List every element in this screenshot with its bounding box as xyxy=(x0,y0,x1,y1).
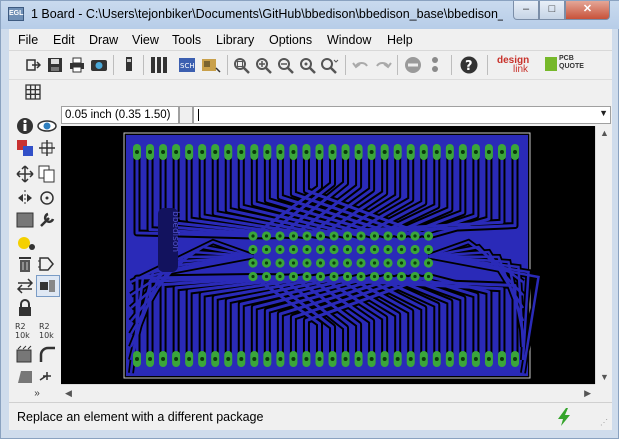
pcb-quote-logo[interactable]: PCB QUOTE xyxy=(545,55,585,75)
stop-icon[interactable] xyxy=(403,55,423,75)
svg-text:SCH: SCH xyxy=(180,62,195,70)
change-wrench-icon[interactable] xyxy=(37,210,57,230)
move-icon[interactable] xyxy=(15,164,35,184)
mirror-icon[interactable] xyxy=(15,188,35,208)
go-icon[interactable] xyxy=(425,55,445,75)
group-icon[interactable] xyxy=(15,210,35,230)
zoom-redraw-icon[interactable] xyxy=(297,55,317,75)
eagle-window: EGL 1 Board - C:\Users\tejonbiker\Docume… xyxy=(0,0,619,439)
display-layers-icon[interactable] xyxy=(15,138,35,158)
horizontal-scrollbar[interactable]: ◀ ▶ xyxy=(61,384,595,402)
design-link-text-2: link xyxy=(513,64,529,75)
mark-icon[interactable] xyxy=(37,138,57,158)
title-bar[interactable]: EGL 1 Board - C:\Users\tejonbiker\Docume… xyxy=(1,1,619,29)
parameter-toolbar xyxy=(9,79,612,104)
smash-icon[interactable] xyxy=(15,344,35,364)
show-eye-icon[interactable] xyxy=(37,116,57,136)
svg-text:?: ? xyxy=(465,59,473,74)
resize-grip-icon[interactable]: ⋰ xyxy=(600,418,610,428)
chevron-down-icon[interactable]: ▼ xyxy=(599,108,608,118)
more-tools-icon[interactable]: » xyxy=(27,386,47,400)
pinswap-icon[interactable] xyxy=(15,276,35,296)
value-icon[interactable]: R2 10k xyxy=(37,320,59,340)
maximize-button[interactable]: □ xyxy=(539,1,565,20)
scroll-left-icon[interactable]: ◀ xyxy=(65,388,72,399)
rotate-icon[interactable] xyxy=(37,188,57,208)
menu-view[interactable]: View xyxy=(132,33,159,47)
zoom-in-icon[interactable] xyxy=(253,55,273,75)
library-icon[interactable] xyxy=(149,55,169,75)
paste-dot-icon xyxy=(27,242,37,252)
undo-icon[interactable] xyxy=(351,55,371,75)
pcb-layout: bbedison xyxy=(61,126,595,384)
delete-icon[interactable] xyxy=(15,254,35,274)
copy-icon[interactable] xyxy=(37,164,57,184)
menu-tools[interactable]: Tools xyxy=(172,33,201,47)
menu-window[interactable]: Window xyxy=(327,33,371,47)
lock-icon[interactable] xyxy=(15,298,35,318)
menu-library[interactable]: Library xyxy=(216,33,254,47)
scroll-down-icon[interactable]: ▼ xyxy=(600,372,609,382)
silk-label: bbedison xyxy=(158,208,180,272)
window-title: 1 Board - C:\Users\tejonbiker\Documents\… xyxy=(31,7,503,21)
vertical-scrollbar[interactable]: ▲ ▼ xyxy=(595,126,612,384)
pcb-quote-text-2: QUOTE xyxy=(559,63,584,70)
main-toolbar: SCH ? design link PCB QUOTE xyxy=(9,51,612,79)
zoom-out-icon[interactable] xyxy=(275,55,295,75)
command-toolbox: R2 10k R2 10k » xyxy=(9,114,61,402)
menu-draw[interactable]: Draw xyxy=(89,33,118,47)
coordinate-separator xyxy=(179,106,193,124)
svg-text:10k: 10k xyxy=(15,331,30,339)
split-icon[interactable] xyxy=(15,366,35,386)
menu-edit[interactable]: Edit xyxy=(53,33,75,47)
board-canvas[interactable]: bbedison xyxy=(61,126,595,384)
board-icon[interactable] xyxy=(201,55,221,75)
command-line-input[interactable]: ▼ xyxy=(193,106,611,124)
print-icon[interactable] xyxy=(67,55,87,75)
zoom-fit-icon[interactable] xyxy=(231,55,251,75)
menu-options[interactable]: Options xyxy=(269,33,312,47)
open-script-icon[interactable] xyxy=(23,55,43,75)
scroll-up-icon[interactable]: ▲ xyxy=(600,128,609,138)
menu-bar: File Edit Draw View Tools Library Option… xyxy=(9,29,612,51)
menu-help[interactable]: Help xyxy=(387,33,413,47)
menu-file[interactable]: File xyxy=(18,33,38,47)
close-button[interactable]: ✕ xyxy=(565,1,610,20)
replace-package-icon[interactable] xyxy=(36,275,60,297)
miter-icon[interactable] xyxy=(37,344,57,364)
lightning-icon[interactable] xyxy=(555,407,573,427)
app-icon: EGL xyxy=(8,7,24,21)
redo-icon[interactable] xyxy=(373,55,393,75)
status-bar: Replace an element with a different pack… xyxy=(9,402,612,430)
coordinate-row: 0.05 inch (0.35 1.50) ▼ xyxy=(9,104,612,126)
help-icon[interactable]: ? xyxy=(459,55,479,75)
scroll-right-icon[interactable]: ▶ xyxy=(584,388,591,399)
coordinate-display: 0.05 inch (0.35 1.50) xyxy=(61,106,179,124)
optimize-icon[interactable] xyxy=(37,366,57,386)
pcb-quote-text-1: PCB xyxy=(559,55,574,62)
zoom-select-icon[interactable] xyxy=(319,55,339,75)
add-part-icon[interactable] xyxy=(37,254,57,274)
info-icon[interactable] xyxy=(15,116,35,136)
svg-text:R2: R2 xyxy=(39,322,50,331)
text-caret xyxy=(198,109,199,121)
schematic-icon[interactable]: SCH xyxy=(177,55,197,75)
svg-text:R2: R2 xyxy=(15,322,26,331)
export-icon[interactable] xyxy=(119,55,139,75)
name-icon[interactable]: R2 10k xyxy=(13,320,35,340)
save-icon[interactable] xyxy=(45,55,65,75)
svg-text:10k: 10k xyxy=(39,331,54,339)
pcb-quote-icon xyxy=(545,57,557,71)
silk-text: bbedison xyxy=(170,211,180,252)
cam-processor-icon[interactable] xyxy=(89,55,109,75)
grid-icon[interactable] xyxy=(23,82,43,102)
design-link-logo[interactable]: design link xyxy=(495,55,539,75)
status-message: Replace an element with a different pack… xyxy=(17,410,264,424)
scroll-corner xyxy=(595,384,612,402)
minimize-button[interactable]: – xyxy=(513,1,539,20)
